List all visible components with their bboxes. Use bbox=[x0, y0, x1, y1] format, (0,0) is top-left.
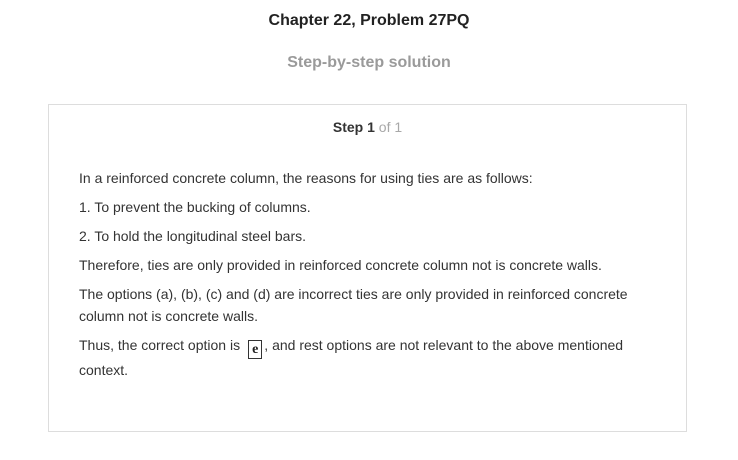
reason-item-2: 2. To hold the longitudinal steel bars. bbox=[79, 228, 307, 244]
therefore-paragraph: Therefore, ties are only provided in rei… bbox=[79, 257, 602, 273]
step-header: Step 1 of 1 bbox=[49, 119, 686, 135]
step-card: Step 1 of 1 In a reinforced concrete col… bbox=[48, 104, 687, 432]
step-body: In a reinforced concrete column, the rea… bbox=[79, 167, 659, 388]
reason-item-1: 1. To prevent the bucking of columns. bbox=[79, 199, 311, 215]
step-total: of 1 bbox=[378, 119, 403, 135]
step-number: 1 bbox=[367, 119, 375, 135]
intro-paragraph: In a reinforced concrete column, the rea… bbox=[79, 170, 533, 186]
step-label: Step bbox=[332, 119, 364, 135]
answer-box: e bbox=[248, 340, 263, 359]
chapter-title: Chapter 22, Problem 27PQ bbox=[268, 12, 470, 29]
conclusion-paragraph: Thus, the correct option is e, and rest o… bbox=[79, 334, 659, 381]
conclusion-prefix: Thus, the correct option is bbox=[79, 337, 241, 353]
solution-subtitle: Step-by-step solution bbox=[287, 54, 451, 71]
options-paragraph: The options (a), (b), (c) and (d) are in… bbox=[79, 286, 628, 324]
